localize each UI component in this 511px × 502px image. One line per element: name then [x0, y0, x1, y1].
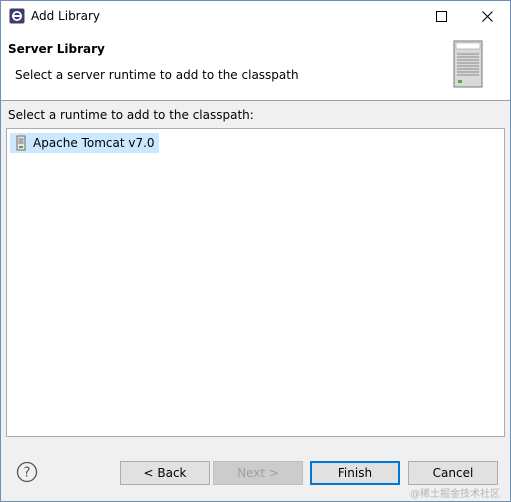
close-button[interactable] [464, 1, 510, 31]
add-library-dialog: Add Library Server Library Select a serv… [0, 0, 511, 502]
tomcat-runtime-icon [16, 135, 26, 151]
svg-text:?: ? [24, 466, 31, 481]
close-icon [481, 10, 493, 22]
banner-description: Select a server runtime to add to the cl… [15, 68, 299, 82]
maximize-button[interactable] [418, 1, 464, 31]
watermark: @稀土掘金技术社区 [410, 489, 500, 500]
eclipse-app-icon [9, 8, 25, 24]
maximize-icon [435, 10, 447, 22]
next-button[interactable]: Next > [213, 461, 303, 485]
banner-title: Server Library [8, 42, 105, 56]
wizard-banner: Server Library Select a server runtime t… [1, 31, 510, 101]
runtime-list[interactable]: Apache Tomcat v7.0 [6, 128, 505, 437]
list-item[interactable]: Apache Tomcat v7.0 [10, 133, 159, 153]
back-button[interactable]: < Back [120, 461, 210, 485]
list-item-label: Apache Tomcat v7.0 [33, 136, 155, 150]
title-bar[interactable]: Add Library [1, 1, 510, 31]
help-icon[interactable]: ? [16, 461, 38, 483]
runtime-list-label: Select a runtime to add to the classpath… [8, 108, 254, 122]
cancel-button[interactable]: Cancel [408, 461, 498, 485]
window-title: Add Library [31, 9, 101, 23]
finish-button[interactable]: Finish [310, 461, 400, 485]
server-icon [453, 40, 483, 88]
